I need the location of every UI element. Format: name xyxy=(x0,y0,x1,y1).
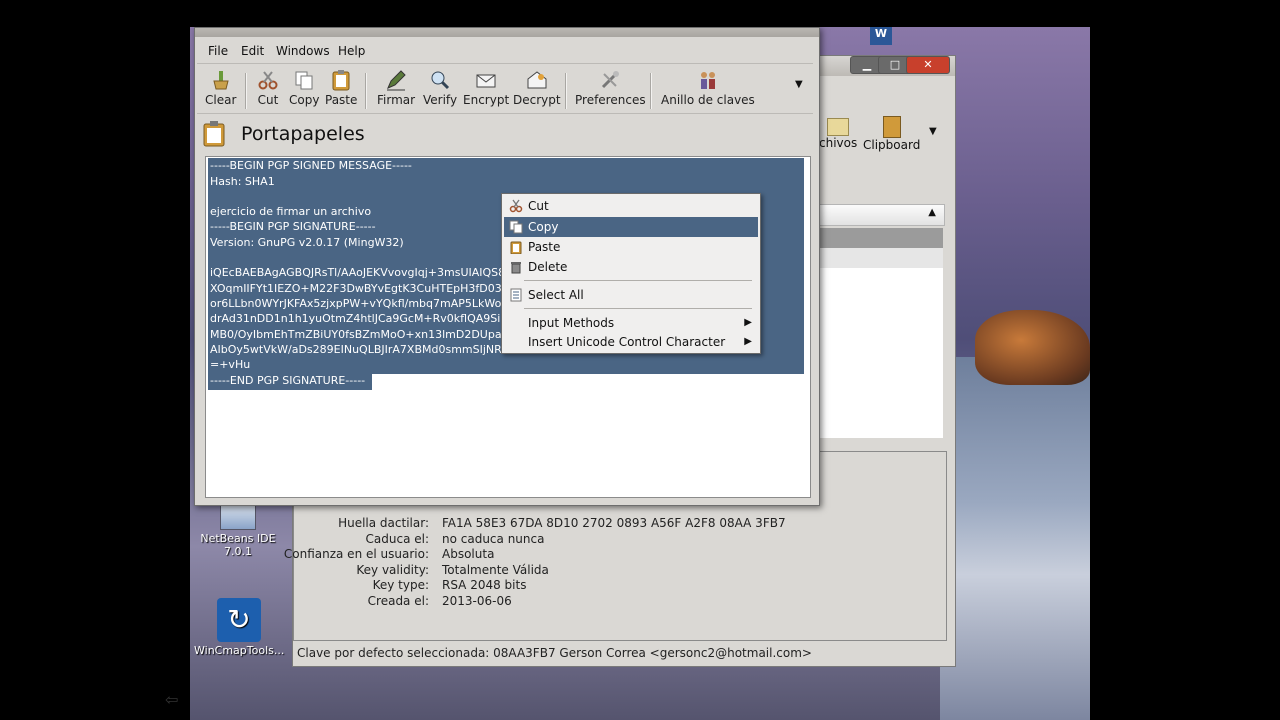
chevron-down-icon[interactable]: ▼ xyxy=(929,126,937,137)
status-bar: Clave por defecto seleccionada: 08AA3FB7… xyxy=(297,646,812,660)
text-line: =+vHu xyxy=(210,358,251,371)
people-icon xyxy=(700,72,715,89)
toolbar-separator xyxy=(650,73,652,109)
toolbar-separator xyxy=(365,73,367,109)
menu-help[interactable]: Help xyxy=(338,44,365,58)
video-controls: ⇦ xyxy=(165,690,178,709)
main-toolbar: Clear Cut Copy Paste Firmar Verify Encry… xyxy=(197,65,813,114)
toolbar-separator xyxy=(245,73,247,109)
bg-toolbar: chivos Clipboard ▼ xyxy=(819,108,955,158)
menu-bar: File Edit Windows Help xyxy=(197,41,813,64)
clipboard-icon xyxy=(510,241,522,254)
paste-button[interactable]: Paste xyxy=(325,69,357,107)
sign-pen-icon xyxy=(387,70,406,91)
scissors-icon xyxy=(258,71,278,90)
desktop-icon-label: WinCmapTools... xyxy=(194,644,285,657)
text-line: Version: GnuPG v2.0.17 (MingW32) xyxy=(210,236,404,249)
broom-icon xyxy=(213,71,229,90)
cut-button[interactable]: Cut xyxy=(257,69,279,107)
envelope-lock-icon xyxy=(476,74,496,88)
text-line: -----END PGP SIGNATURE----- xyxy=(210,374,366,387)
text-line: or6LLbn0WYrJKFAx5zjxpPW+vYQkfl/mbq7mAP5L… xyxy=(210,297,508,310)
back-arrow-icon[interactable]: ⇦ xyxy=(165,690,178,709)
select-all-icon xyxy=(510,288,522,302)
context-menu-item-cut[interactable]: Cut xyxy=(504,196,758,216)
clipboard-icon xyxy=(203,121,225,147)
text-line: MB0/OyIbmEhTmZBiUY0fsBZmMoO+xn13lmD2DUpa… xyxy=(210,328,515,341)
desktop-icon-label: NetBeans IDE 7.0.1 xyxy=(200,532,276,558)
detail-row: Key type: RSA 2048 bits xyxy=(372,578,527,592)
menu-file[interactable]: File xyxy=(208,44,228,58)
table-row[interactable] xyxy=(819,248,943,268)
menu-windows[interactable]: Windows xyxy=(276,44,330,58)
close-button[interactable]: ✕ xyxy=(906,56,950,74)
context-menu-item-delete[interactable]: Delete xyxy=(504,257,758,277)
black-border xyxy=(1090,0,1280,720)
folder-icon xyxy=(827,118,850,136)
trash-icon xyxy=(511,262,521,274)
toolbar-separator xyxy=(565,73,567,109)
detail-row: Huella dactilar: FA1A 58E3 67DA 8D10 2702… xyxy=(338,516,786,530)
clear-button[interactable]: Clear xyxy=(205,69,236,107)
toolbar-overflow-chevron-icon[interactable]: ▼ xyxy=(795,79,803,90)
sea-wallpaper xyxy=(940,357,1090,720)
copy-icon xyxy=(295,71,313,90)
detail-row: Creada el: 2013-06-06 xyxy=(367,594,512,608)
rock-wallpaper xyxy=(975,310,1090,385)
key-list[interactable] xyxy=(819,228,943,438)
encrypt-button[interactable]: Encrypt xyxy=(463,69,509,107)
clipboard-icon xyxy=(882,116,901,138)
verify-button[interactable]: Verify xyxy=(423,69,457,107)
decrypt-button[interactable]: Decrypt xyxy=(513,69,561,107)
page-title: Portapapeles xyxy=(241,123,365,145)
clipboard-button[interactable]: Clipboard xyxy=(863,116,920,152)
submenu-arrow-icon: ▶ xyxy=(744,317,752,328)
clipboard-header: Portapapeles xyxy=(203,121,365,151)
scissors-icon xyxy=(509,199,523,213)
submenu-arrow-icon: ▶ xyxy=(744,336,752,347)
sort-arrow-icon: ▲ xyxy=(928,207,936,218)
text-line: Hash: SHA1 xyxy=(210,175,275,188)
menu-separator xyxy=(524,280,752,281)
wincmap-icon: ↻ xyxy=(217,598,261,642)
context-menu-item-input-methods[interactable]: Input Methods ▶ xyxy=(504,313,758,333)
table-row[interactable] xyxy=(819,228,943,248)
context-menu-item-paste[interactable]: Paste xyxy=(504,237,758,257)
preferences-button[interactable]: Preferences xyxy=(575,69,646,107)
context-menu-item-select-all[interactable]: Select All xyxy=(504,285,758,305)
menu-edit[interactable]: Edit xyxy=(241,44,264,58)
detail-row: Key validity: Totalmente Válida xyxy=(356,563,549,577)
text-line: iQEcBAEBAgAGBQJRsTl/AAoJEKVvovgIqj+3msUI… xyxy=(210,266,506,279)
context-menu-item-insert-unicode[interactable]: Insert Unicode Control Character ▶ xyxy=(504,332,758,352)
context-menu-item-copy[interactable]: Copy xyxy=(504,217,758,237)
text-line: -----BEGIN PGP SIGNATURE----- xyxy=(210,220,376,233)
copy-icon xyxy=(509,220,523,234)
verify-icon xyxy=(431,71,450,90)
detail-row: Confianza en el usuario: Absoluta xyxy=(283,547,495,561)
desktop-icon-netbeans[interactable]: NetBeans IDE 7.0.1 xyxy=(200,500,276,558)
text-line: -----BEGIN PGP SIGNED MESSAGE----- xyxy=(210,159,412,172)
archivos-button[interactable]: chivos xyxy=(819,118,857,150)
text-line: AIbOy5wtVkW/aDs289EINuQLBJIrA7XBMd0smmSI… xyxy=(210,343,502,356)
word-icon[interactable]: W xyxy=(870,27,892,45)
text-line: XOqmIIFYt1IEZO+M22F3DwBYvEgtK3CuHTEpH3fD… xyxy=(210,282,509,295)
column-header[interactable]: ▲ xyxy=(819,204,945,226)
clipboard-icon xyxy=(332,70,350,91)
desktop-icon-wincmap[interactable]: ↻ WinCmapTools... xyxy=(194,598,284,657)
keyring-button[interactable]: Anillo de claves xyxy=(661,69,755,107)
text-line: drAd31nDD1n1h1yuOtmZ4htlJCa9GcM+Rv0kflQA… xyxy=(210,312,508,325)
window-titlebar[interactable] xyxy=(195,28,819,37)
envelope-open-icon xyxy=(527,71,547,89)
context-menu: Cut Copy Paste Delete Select All Input M… xyxy=(501,193,761,354)
menu-separator xyxy=(524,308,752,309)
text-line: ejercicio de firmar un archivo xyxy=(210,205,372,218)
detail-row: Caduca el: no caduca nunca xyxy=(365,532,545,546)
tools-icon xyxy=(602,71,620,89)
sign-button[interactable]: Firmar xyxy=(377,69,415,107)
copy-button[interactable]: Copy xyxy=(289,69,319,107)
